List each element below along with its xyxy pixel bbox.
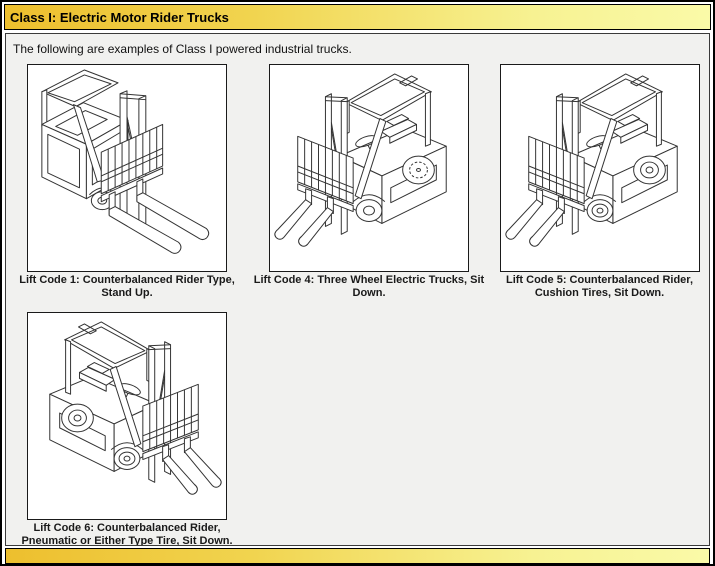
forklift-image-box: [269, 64, 469, 272]
forklift-illustration: [501, 65, 699, 271]
figure-grid: Lift Code 1: Counterbalanced Rider Type,…: [6, 64, 709, 546]
forklift-illustration: [28, 65, 226, 271]
figure-caption: Lift Code 5: Counterbalanced Rider, Cush…: [490, 274, 709, 300]
forklift-illustration: [270, 65, 468, 271]
figure-caption: Lift Code 1: Counterbalanced Rider Type,…: [6, 274, 248, 300]
figure-lift-code-1: Lift Code 1: Counterbalanced Rider Type,…: [6, 64, 248, 300]
figure-lift-code-4: Lift Code 4: Three Wheel Electric Trucks…: [248, 64, 490, 300]
figure-caption: Lift Code 4: Three Wheel Electric Trucks…: [248, 274, 490, 300]
page-container: Class I: Electric Motor Rider Trucks The…: [0, 0, 715, 566]
figure-lift-code-6: Lift Code 6: Counterbalanced Rider, Pneu…: [6, 312, 248, 546]
content-panel: The following are examples of Class I po…: [5, 33, 710, 546]
figure-lift-code-5: Lift Code 5: Counterbalanced Rider, Cush…: [490, 64, 709, 300]
figure-caption: Lift Code 6: Counterbalanced Rider, Pneu…: [6, 522, 248, 546]
forklift-image-box: [500, 64, 700, 272]
section-header-bar: Class I: Electric Motor Rider Trucks: [4, 4, 711, 30]
forklift-image-box: [27, 64, 227, 272]
forklift-image-box: [27, 312, 227, 520]
footer-bar: [5, 548, 710, 564]
intro-text: The following are examples of Class I po…: [6, 40, 709, 56]
page-title: Class I: Electric Motor Rider Trucks: [10, 10, 229, 25]
forklift-illustration: [28, 313, 226, 519]
